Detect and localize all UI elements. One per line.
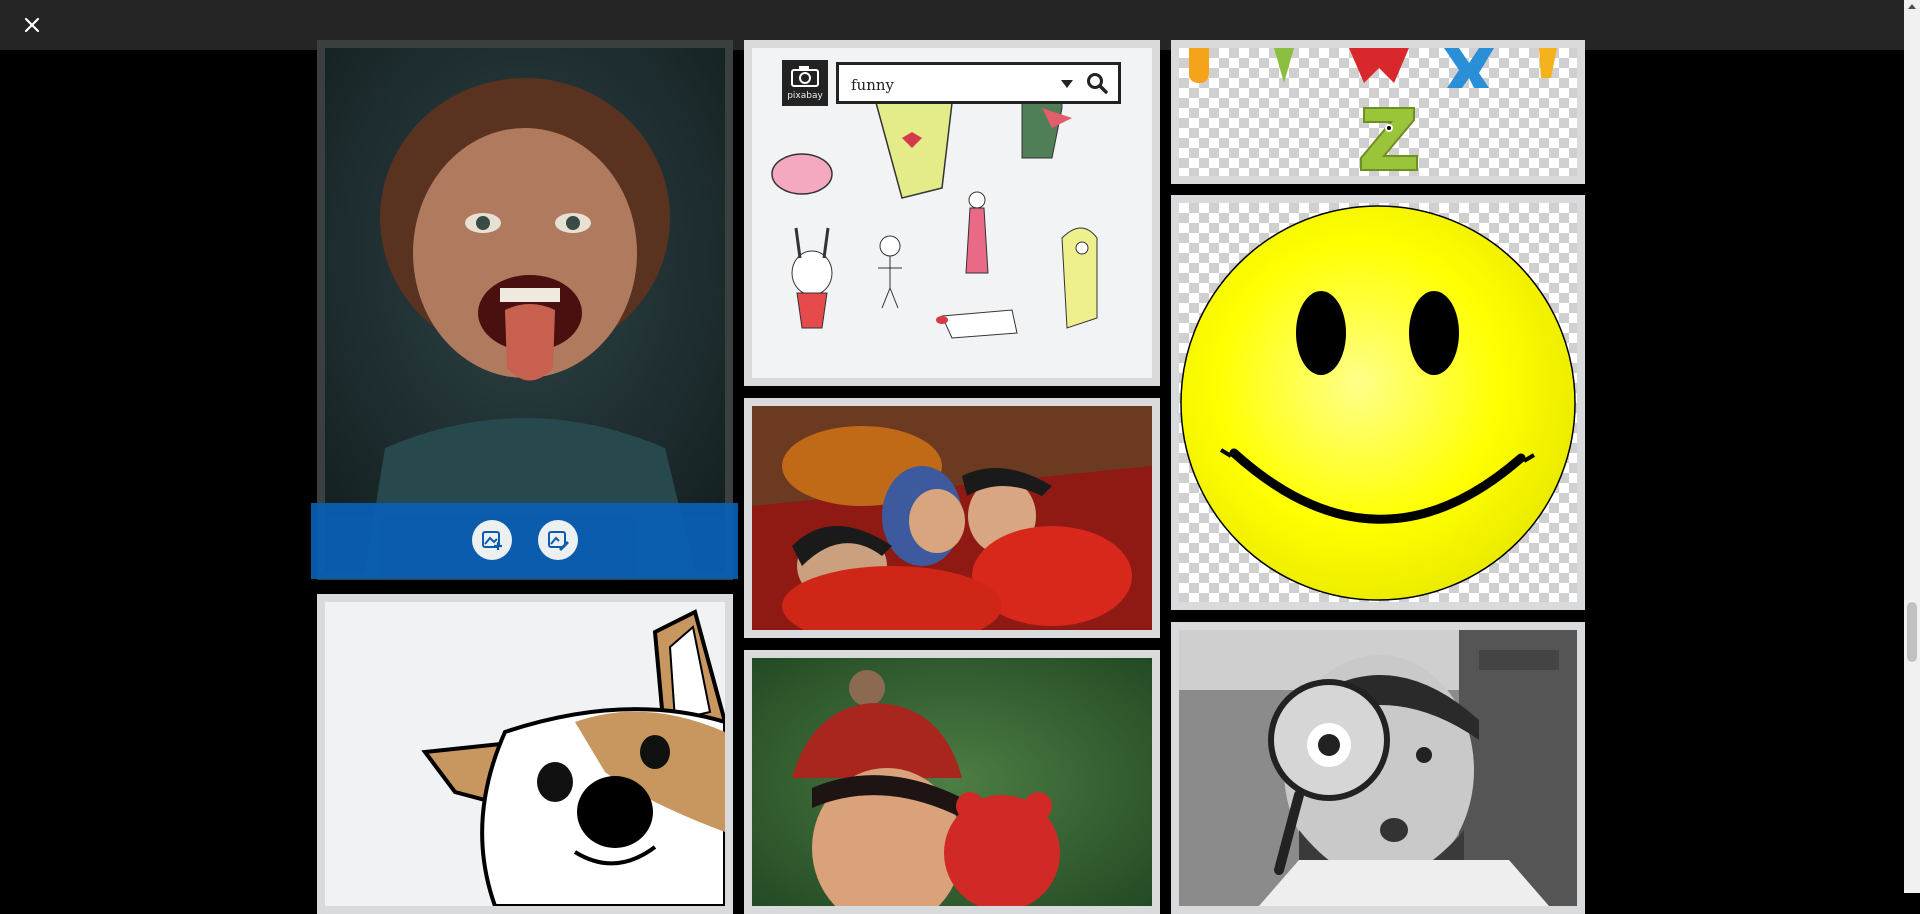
add-image-button[interactable] <box>472 520 512 560</box>
image-add-icon <box>482 531 502 550</box>
camera-icon <box>791 66 819 87</box>
image-action-bar <box>311 503 738 579</box>
search-button[interactable] <box>1085 71 1109 95</box>
scrollbar-thumb[interactable] <box>1907 602 1917 662</box>
search-box <box>836 62 1121 104</box>
close-icon <box>24 17 40 33</box>
vertical-scrollbar[interactable] <box>1904 0 1920 893</box>
image-tile-smiley-face[interactable] <box>1171 195 1585 610</box>
pixabay-logo-label: pixabay <box>787 91 823 101</box>
image-tile-man-magnifier[interactable] <box>1171 622 1585 914</box>
caret-down-icon[interactable] <box>1061 80 1073 88</box>
image-tile-girls-red[interactable] <box>744 398 1160 638</box>
search-icon <box>1087 73 1108 94</box>
scroll-up-arrow-icon[interactable] <box>1904 0 1920 14</box>
image-edit-icon <box>548 531 569 551</box>
pixabay-logo[interactable]: pixabay <box>782 60 828 106</box>
image-tile-kid-tongue[interactable] <box>317 40 733 580</box>
image-tile-corgi-drawing[interactable] <box>317 594 733 914</box>
image-tile-girl-red-hat[interactable] <box>744 650 1160 914</box>
search-input[interactable] <box>849 73 1043 97</box>
search-widget: pixabay <box>782 60 1121 106</box>
close-button[interactable] <box>20 13 44 37</box>
image-tile-alphabet-letters[interactable] <box>1171 40 1585 184</box>
edit-image-button[interactable] <box>538 520 578 560</box>
